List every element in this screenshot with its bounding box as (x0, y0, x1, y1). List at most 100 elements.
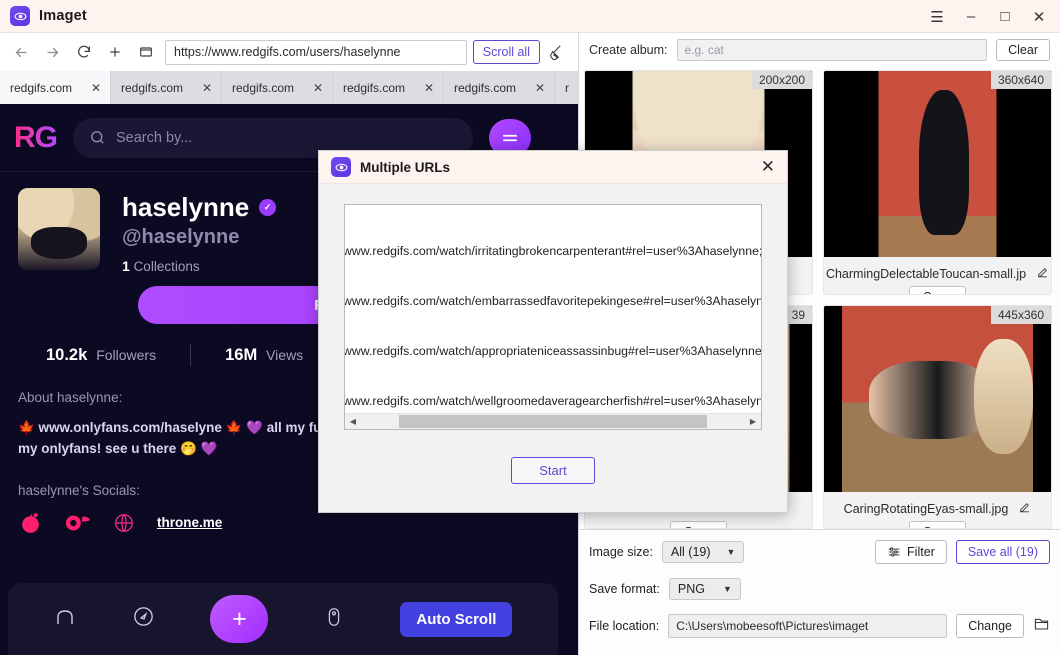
title-bar: Imaget ☰ – □ ✕ (0, 0, 1060, 33)
urls-textarea[interactable]: www.redgifs.com/watch/irritatingbrokenca… (344, 204, 762, 430)
save-format-value: PNG (677, 582, 705, 596)
browser-toolbar: https://www.redgifs.com/users/haselynne … (0, 33, 578, 71)
scroll-left-arrow-icon[interactable]: ◀ (345, 417, 361, 426)
horizontal-scrollbar[interactable]: ◀ ▶ (345, 413, 761, 429)
tab-close-icon[interactable]: ✕ (424, 81, 434, 95)
change-button[interactable]: Change (956, 614, 1024, 638)
image-filename-row: CaringRotatingEyas-small.jpg (824, 492, 1051, 521)
broom-icon[interactable] (542, 37, 572, 67)
image-filename: CaringRotatingEyas-small.jpg (843, 501, 1009, 516)
tab-close-icon[interactable]: ✕ (535, 81, 545, 95)
browser-tab[interactable]: redgifs.com ✕ (444, 71, 555, 104)
redgifs-logo[interactable]: RG (14, 121, 58, 155)
browser-tab[interactable]: redgifs.com ✕ (0, 71, 111, 104)
hamburger-icon (503, 134, 517, 141)
explore-icon[interactable] (132, 605, 155, 633)
collections-label: Collections (133, 259, 200, 274)
minimize-icon[interactable]: – (954, 0, 988, 33)
file-location-input[interactable]: C:\Users\mobeesoft\Pictures\imaget (668, 614, 948, 638)
image-size-value: All (19) (670, 545, 711, 559)
avatar[interactable] (18, 188, 100, 270)
reload-icon[interactable] (68, 37, 99, 67)
dialog-header: Multiple URLs ✕ (319, 151, 787, 184)
profile-info: haselynne ✓ @haselynne 1 Collections (122, 188, 277, 274)
dialog-footer: Start (344, 457, 762, 484)
image-dimensions: 445x360 (990, 305, 1051, 324)
image-card[interactable]: 360x640 CharmingDelectableToucan-small.j… (823, 70, 1052, 295)
page-title: haselynne (122, 192, 250, 222)
verified-badge-icon: ✓ (259, 199, 277, 216)
save-button[interactable]: Save (909, 520, 966, 529)
edit-pencil-icon[interactable] (1036, 266, 1049, 282)
window-list-icon[interactable] (130, 37, 161, 67)
home-icon[interactable] (53, 605, 77, 634)
app-window: Imaget ☰ – □ ✕ https://www.redgifs.com/u… (0, 0, 1060, 655)
browser-tab[interactable]: redgifs.com ✕ (222, 71, 333, 104)
site-bottom-nav: + Auto Scroll (8, 583, 558, 655)
auto-scroll-button[interactable]: Auto Scroll (400, 601, 513, 637)
reddit-icon[interactable] (18, 510, 43, 535)
file-location-row: File location: C:\Users\mobeesoft\Pictur… (589, 614, 1050, 638)
folder-icon[interactable] (1033, 616, 1050, 636)
close-icon[interactable]: ✕ (1022, 0, 1056, 33)
start-button[interactable]: Start (511, 457, 595, 484)
image-card[interactable]: 445x360 CaringRotatingEyas-small.jpg Sav… (823, 304, 1052, 529)
profile-name-row: haselynne ✓ (122, 192, 277, 223)
thumbnail[interactable]: 445x360 (824, 305, 1051, 492)
window-controls: ☰ – □ ✕ (920, 0, 1056, 33)
back-icon[interactable] (6, 37, 37, 67)
dialog-body: www.redgifs.com/watch/irritatingbrokenca… (319, 184, 787, 484)
tab-label: redgifs.com (232, 80, 295, 95)
app-title: Imaget (39, 8, 87, 24)
scrollbar-thumb[interactable] (399, 414, 707, 428)
tab-close-icon[interactable]: ✕ (202, 81, 212, 95)
image-dimensions: 39 (784, 305, 812, 324)
dialog-close-icon[interactable]: ✕ (761, 157, 775, 177)
url-input[interactable]: https://www.redgifs.com/users/haselynne (165, 39, 467, 65)
throne-link[interactable]: throne.me (157, 515, 222, 530)
browser-tab[interactable]: redgifs.com ✕ (333, 71, 444, 104)
imaget-logo-icon (10, 6, 30, 26)
save-button[interactable]: Save (909, 286, 966, 294)
forward-icon[interactable] (37, 37, 68, 67)
thumbnail[interactable]: 360x640 (824, 71, 1051, 257)
chevron-down-icon: ▼ (726, 547, 736, 557)
card-save-row: Save (824, 286, 1051, 294)
url-line: www.redgifs.com/watch/irritatingbrokenca… (344, 244, 761, 259)
stats-divider (190, 344, 192, 366)
browser-tab[interactable]: redgifs.com ✕ (111, 71, 222, 104)
tab-close-icon[interactable]: ✕ (313, 81, 323, 95)
scroll-all-button[interactable]: Scroll all (472, 40, 540, 64)
scroll-right-arrow-icon[interactable]: ▶ (745, 417, 761, 426)
tab-label: r (565, 80, 569, 95)
filter-button[interactable]: Filter (875, 540, 947, 564)
save-all-button[interactable]: Save all (19) (955, 540, 1050, 564)
profile-tag-icon[interactable] (323, 605, 345, 634)
website-globe-icon[interactable] (113, 512, 135, 534)
image-filename: CharmingDelectableToucan-small.jp (825, 267, 1027, 281)
profile-handle: @haselynne (122, 226, 240, 248)
add-button[interactable]: + (210, 595, 269, 643)
tab-close-icon[interactable]: ✕ (91, 81, 101, 95)
clear-button[interactable]: Clear (996, 38, 1050, 61)
new-tab-icon[interactable] (99, 37, 130, 67)
scrollbar-track[interactable] (361, 414, 745, 430)
browser-tab[interactable]: r (555, 71, 578, 104)
socials-row: throne.me (18, 510, 560, 535)
tab-strip: redgifs.com ✕ redgifs.com ✕ redgifs.com … (0, 71, 578, 104)
dialog-title: Multiple URLs (360, 159, 450, 175)
card-save-row: Save (824, 520, 1051, 529)
dialog-logo-icon (331, 157, 351, 177)
views-label: Views (266, 346, 304, 363)
tab-label: redgifs.com (10, 80, 73, 95)
url-line: www.redgifs.com/watch/embarrassedfavorit… (344, 293, 761, 308)
edit-pencil-icon[interactable] (1018, 501, 1031, 517)
menu-icon[interactable]: ☰ (920, 0, 954, 33)
maximize-icon[interactable]: □ (988, 0, 1022, 33)
onlyfans-icon[interactable] (65, 513, 91, 533)
followers-stat: 10.2k Followers (46, 346, 156, 365)
create-album-input[interactable]: e.g. cat (676, 38, 988, 61)
save-format-select[interactable]: PNG ▼ (668, 578, 741, 600)
save-button[interactable]: Save (670, 520, 727, 529)
image-size-select[interactable]: All (19) ▼ (661, 541, 745, 563)
